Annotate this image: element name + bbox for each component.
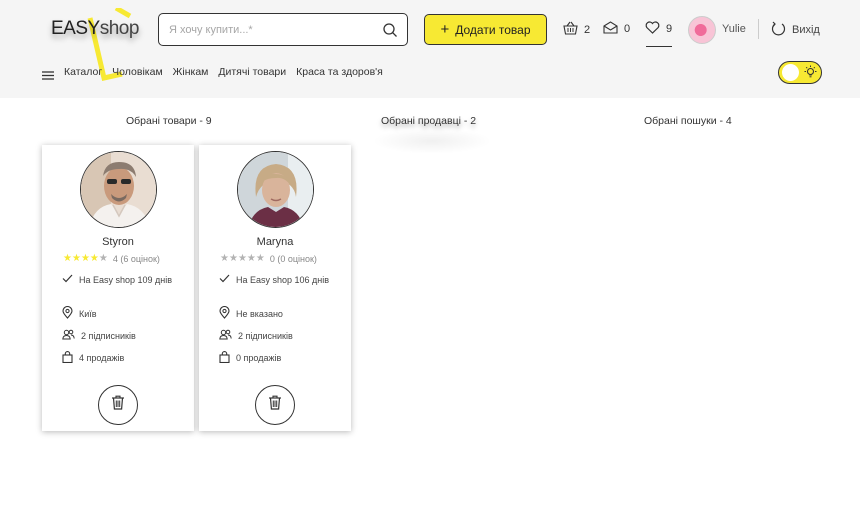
tab-favorite-products[interactable]: Обрані товари - 9 xyxy=(126,115,212,127)
seller-photo[interactable] xyxy=(237,151,314,228)
envelope-icon xyxy=(603,21,618,37)
basket-icon xyxy=(563,21,578,38)
avatar[interactable] xyxy=(688,16,716,44)
users-icon xyxy=(62,329,75,342)
logout-icon xyxy=(771,21,786,39)
rating-text: 0 (0 оцінок) xyxy=(269,254,317,264)
lightbulb-icon xyxy=(803,65,818,85)
tab-favorite-searches[interactable]: Обрані пошуки - 4 xyxy=(644,115,732,127)
star-icon: ★ xyxy=(71,253,81,264)
nav-item-kids[interactable]: Дитячі товари xyxy=(218,66,286,78)
nav-item-catalog[interactable]: Каталог xyxy=(64,66,102,78)
active-tab-shadow xyxy=(372,128,492,154)
star-icon: ★ xyxy=(255,253,265,264)
member-since-text: На Easy shop 106 днів xyxy=(236,274,330,285)
trash-icon xyxy=(268,395,282,415)
star-icon: ★ xyxy=(246,253,256,264)
checkmark-icon xyxy=(62,274,73,285)
seller-sales: 4 продажів xyxy=(62,351,124,365)
seller-city: Київ xyxy=(62,305,97,321)
star-icon: ★ xyxy=(98,253,108,264)
shopping-bag-icon xyxy=(219,351,230,365)
logout-label: Вихід xyxy=(792,24,820,36)
seller-sales: 0 продажів xyxy=(219,351,281,365)
nav-item-men[interactable]: Чоловікам xyxy=(112,66,163,78)
seller-name[interactable]: Styron xyxy=(42,236,194,248)
star-icon: ★ xyxy=(89,253,99,264)
remove-favorite-button[interactable] xyxy=(255,385,295,425)
seller-followers: 2 підписників xyxy=(219,329,293,342)
checkmark-icon xyxy=(219,274,230,285)
messages-count: 0 xyxy=(624,23,631,35)
add-product-label: Додати товар xyxy=(455,22,531,37)
user-name[interactable]: Yulie xyxy=(722,23,746,35)
seller-rating: ★ ★ ★ ★ ★ 4 (6 оцінок) xyxy=(63,253,160,265)
divider xyxy=(758,19,759,39)
header: EASYshop + Додати товар 2 0 9 Yulie xyxy=(0,0,860,98)
hamburger-menu-icon[interactable] xyxy=(42,67,54,85)
star-icon: ★ xyxy=(220,253,229,264)
member-since: На Easy shop 106 днів xyxy=(219,274,329,285)
nav-item-beauty[interactable]: Краса та здоров'я xyxy=(296,66,383,78)
star-icon: ★ xyxy=(228,253,238,264)
star-icon: ★ xyxy=(63,253,72,264)
star-icon: ★ xyxy=(80,253,90,264)
favorites-active-underline xyxy=(646,46,672,47)
users-icon xyxy=(219,329,232,342)
sales-text: 0 продажів xyxy=(236,353,282,363)
favorites-count: 9 xyxy=(666,23,673,35)
plus-icon: + xyxy=(440,21,450,38)
search-input[interactable] xyxy=(169,21,369,39)
seller-photo[interactable] xyxy=(80,151,157,228)
cart-count: 2 xyxy=(584,23,591,36)
seller-card[interactable]: Maryna ★ ★ ★ ★ ★ 0 (0 оцінок) На Easy sh… xyxy=(199,145,351,431)
favorites-link[interactable]: 9 xyxy=(645,21,672,37)
theme-toggle[interactable] xyxy=(778,61,822,84)
member-since: На Easy shop 109 днів xyxy=(62,274,172,285)
nav-item-women[interactable]: Жінкам xyxy=(173,66,209,78)
heart-icon xyxy=(645,21,660,37)
seller-rating: ★ ★ ★ ★ ★ 0 (0 оцінок) xyxy=(220,253,317,265)
followers-text: 2 підписників xyxy=(238,330,293,341)
shopping-bag-icon xyxy=(62,351,73,365)
remove-favorite-button[interactable] xyxy=(98,385,138,425)
seller-card[interactable]: Styron ★ ★ ★ ★ ★ 4 (6 оцінок) На Easy sh… xyxy=(42,145,194,431)
sales-text: 4 продажів xyxy=(79,353,125,363)
star-icon: ★ xyxy=(237,253,247,264)
seller-followers: 2 підписників xyxy=(62,329,136,342)
location-pin-icon xyxy=(219,305,230,321)
location-pin-icon xyxy=(62,305,73,321)
search-icon[interactable] xyxy=(382,22,398,43)
logo-text: EASYshop xyxy=(51,18,139,39)
cart-link[interactable]: 2 xyxy=(563,21,590,38)
rating-text: 4 (6 оцінок) xyxy=(112,254,160,264)
followers-text: 2 підписників xyxy=(81,330,136,341)
city-text: Київ xyxy=(79,308,97,319)
tab-favorite-sellers[interactable]: Обрані продавці - 2 xyxy=(381,115,476,127)
category-nav: Каталог Чоловікам Жінкам Дитячі товари К… xyxy=(64,66,383,78)
logout-button[interactable]: Вихід xyxy=(771,21,820,39)
seller-name[interactable]: Maryna xyxy=(199,236,351,248)
search-box xyxy=(158,13,408,46)
city-text: Не вказано xyxy=(236,308,283,319)
trash-icon xyxy=(111,395,125,415)
messages-link[interactable]: 0 xyxy=(603,21,630,37)
member-since-text: На Easy shop 109 днів xyxy=(79,274,173,285)
add-product-button[interactable]: + Додати товар xyxy=(424,14,547,45)
seller-city: Не вказано xyxy=(219,305,283,321)
toggle-knob xyxy=(782,64,799,81)
